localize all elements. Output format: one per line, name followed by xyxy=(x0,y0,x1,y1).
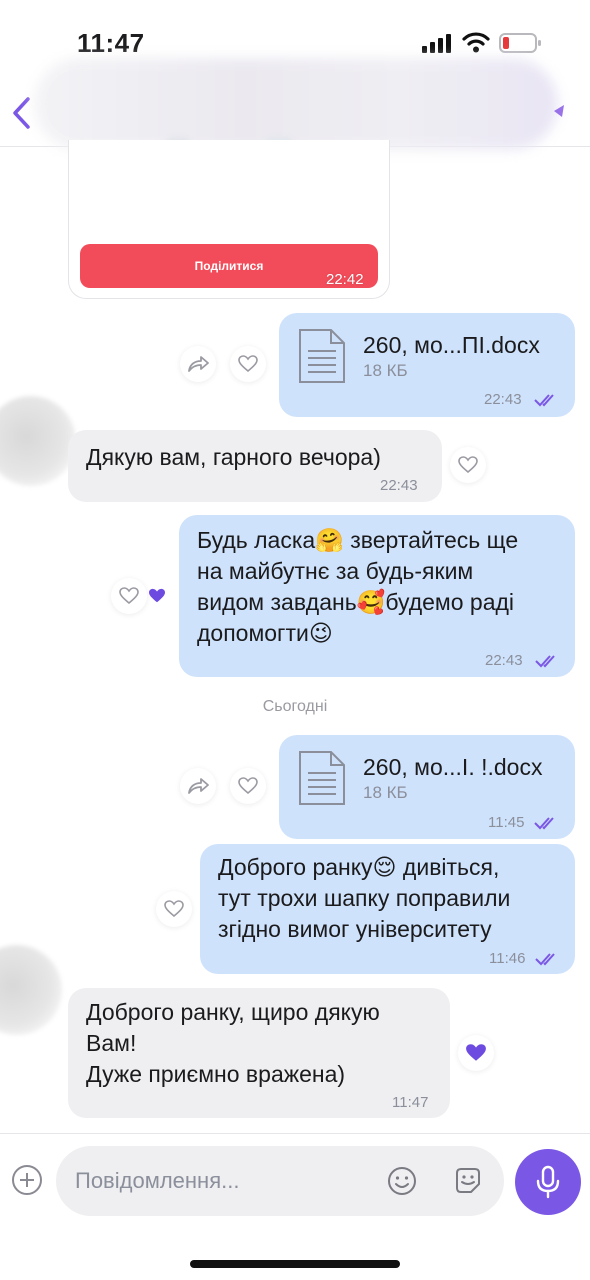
heart-filled-icon xyxy=(466,1044,486,1061)
composer-divider xyxy=(0,1133,590,1134)
message-time: 22:43 xyxy=(380,477,418,494)
message-line: згідно вимог університету xyxy=(218,916,492,942)
message-line: Дуже приємно вражена) xyxy=(86,1061,346,1087)
message-time: 11:45 xyxy=(488,814,525,831)
message-line: Вам! xyxy=(86,1030,137,1056)
heart-outline-icon xyxy=(238,777,258,795)
like-button[interactable] xyxy=(230,346,266,382)
avatar[interactable] xyxy=(0,945,62,1035)
heart-outline-icon xyxy=(119,587,139,605)
message-line: на майбутнє за будь-яким xyxy=(197,558,474,584)
message-time: 22:42 xyxy=(326,271,364,288)
message-input-placeholder: Повідомлення... xyxy=(75,1168,240,1193)
file-name: 260, мо...ПІ.docx xyxy=(363,332,540,358)
document-icon xyxy=(299,751,345,805)
file-size: 18 КБ xyxy=(363,783,408,802)
read-ticks-icon xyxy=(534,394,554,407)
like-button[interactable] xyxy=(458,1035,494,1071)
sticker-icon[interactable] xyxy=(452,1165,484,1197)
microphone-icon xyxy=(536,1165,560,1199)
heart-outline-icon xyxy=(164,900,184,918)
message-line: Доброго ранку, щиро дякую xyxy=(86,999,380,1025)
forward-button[interactable] xyxy=(180,346,216,382)
day-separator: Сьогодні xyxy=(262,698,328,715)
message-line: Доброго ранку😌 дивіться, xyxy=(218,854,500,880)
back-chevron-icon[interactable] xyxy=(8,95,36,131)
message-time: 11:47 xyxy=(392,1094,429,1111)
file-size: 18 КБ xyxy=(363,361,408,380)
forward-icon xyxy=(188,778,209,794)
plus-icon[interactable] xyxy=(12,1165,42,1195)
message-line: тут трохи шапку поправили xyxy=(218,885,511,911)
heart-filled-icon xyxy=(149,588,165,603)
read-ticks-icon xyxy=(535,953,555,966)
read-ticks-icon xyxy=(535,655,555,668)
signal-icon xyxy=(422,34,451,53)
heart-outline-icon xyxy=(458,456,478,474)
file-name: 260, мо...І. !.docx xyxy=(363,754,543,780)
forward-icon xyxy=(188,356,209,372)
home-indicator xyxy=(190,1260,400,1268)
like-button[interactable] xyxy=(450,447,486,483)
message-text: Дякую вам, гарного вечора) xyxy=(86,444,381,470)
avatar[interactable] xyxy=(0,396,76,486)
blurred-contact-name[interactable] xyxy=(34,58,558,150)
message-time: 22:43 xyxy=(485,652,523,669)
heart-outline-icon xyxy=(238,355,258,373)
call-icon[interactable] xyxy=(552,104,566,118)
message-line: видом завдань🥰будемо раді xyxy=(197,589,515,615)
voice-message-button[interactable] xyxy=(515,1149,581,1215)
message-line: Будь ласка🤗 звертайтесь ще xyxy=(197,527,519,553)
message-time: 11:46 xyxy=(489,950,526,967)
battery-icon xyxy=(499,33,541,53)
read-ticks-icon xyxy=(534,817,554,830)
message-line: допомогти😉 xyxy=(197,620,333,646)
emoji-icon[interactable] xyxy=(386,1165,418,1197)
status-time: 11:47 xyxy=(77,28,145,58)
document-icon xyxy=(299,329,345,383)
like-button[interactable] xyxy=(230,768,266,804)
wifi-icon xyxy=(462,32,490,53)
forward-button[interactable] xyxy=(180,768,216,804)
message-time: 22:43 xyxy=(484,391,522,408)
like-button[interactable] xyxy=(156,891,192,927)
like-button[interactable] xyxy=(111,578,147,614)
